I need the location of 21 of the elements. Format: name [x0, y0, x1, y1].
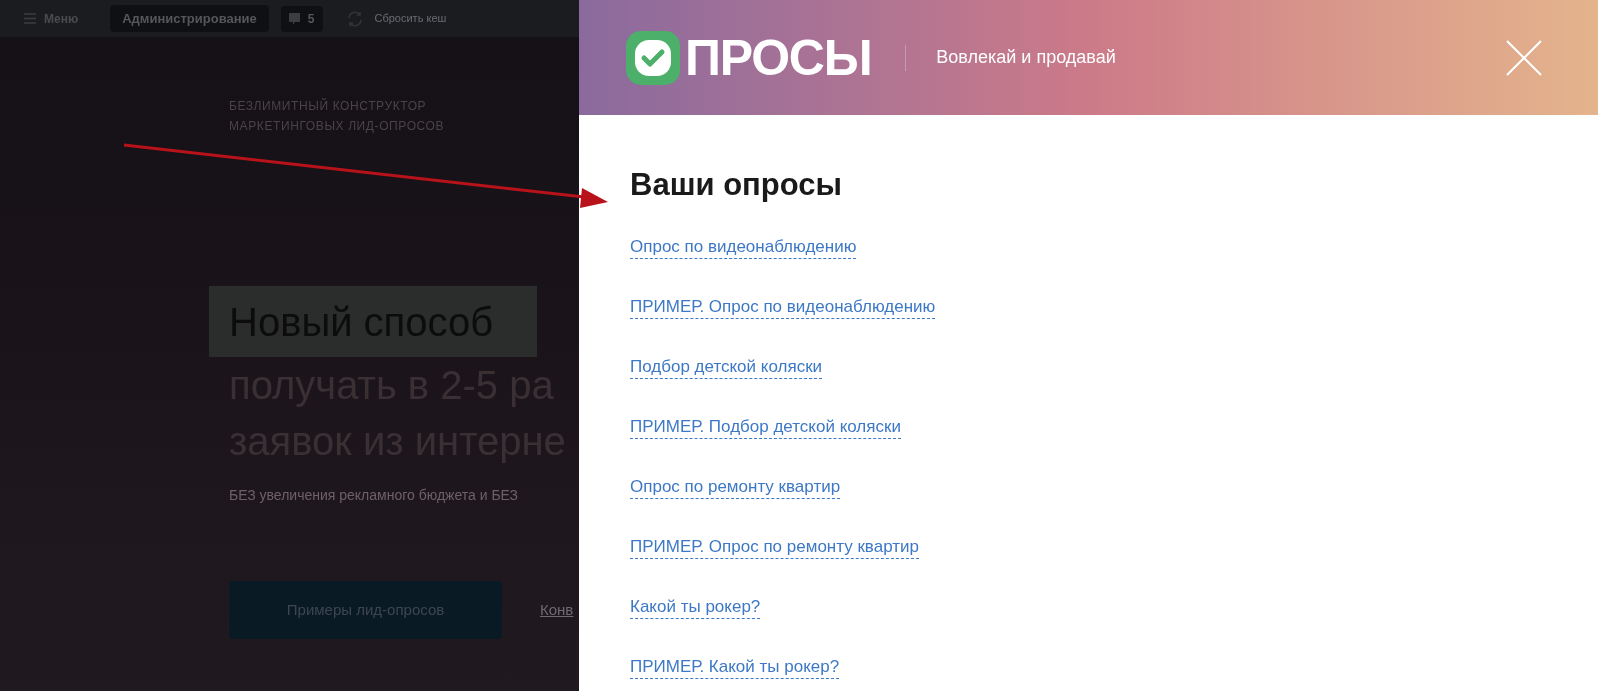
poll-link[interactable]: Опрос по видеонаблюдению — [630, 235, 857, 259]
poll-link[interactable]: ПРИМЕР. Опрос по видеонаблюдению — [630, 295, 936, 319]
poll-link[interactable]: Подбор детской коляски — [630, 355, 823, 379]
poll-link[interactable]: ПРИМЕР. Подбор детской коляски — [630, 415, 901, 439]
poll-link[interactable]: ПРИМЕР. Опрос по ремонту квартир — [630, 535, 919, 559]
link[interactable]: Конв — [540, 598, 574, 622]
subtitle: БЕЗ увеличения рекламного бюджета и БЕЗ — [229, 486, 520, 505]
refresh-icon[interactable] — [346, 10, 363, 27]
panel-title: Ваши опросы — [630, 166, 843, 204]
slogan: Вовлекай и продавай — [936, 46, 1116, 69]
poll-link[interactable]: Какой ты рокер? — [630, 595, 761, 619]
menu-icon[interactable] — [24, 13, 36, 24]
reset-cache-link[interactable]: Сбросить кеш — [374, 10, 447, 27]
logo-check-icon — [625, 29, 681, 86]
admin-button[interactable]: Администрирование — [110, 4, 269, 33]
comment-icon — [288, 12, 300, 25]
close-icon[interactable] — [1506, 39, 1542, 76]
poll-link[interactable]: ПРИМЕР. Какой ты рокер? — [630, 655, 840, 679]
notifications-button[interactable]: 5 — [280, 5, 323, 32]
logo-text: ПРОСЫ — [685, 32, 872, 83]
poll-link[interactable]: Опрос по ремонту квартир — [630, 475, 841, 499]
